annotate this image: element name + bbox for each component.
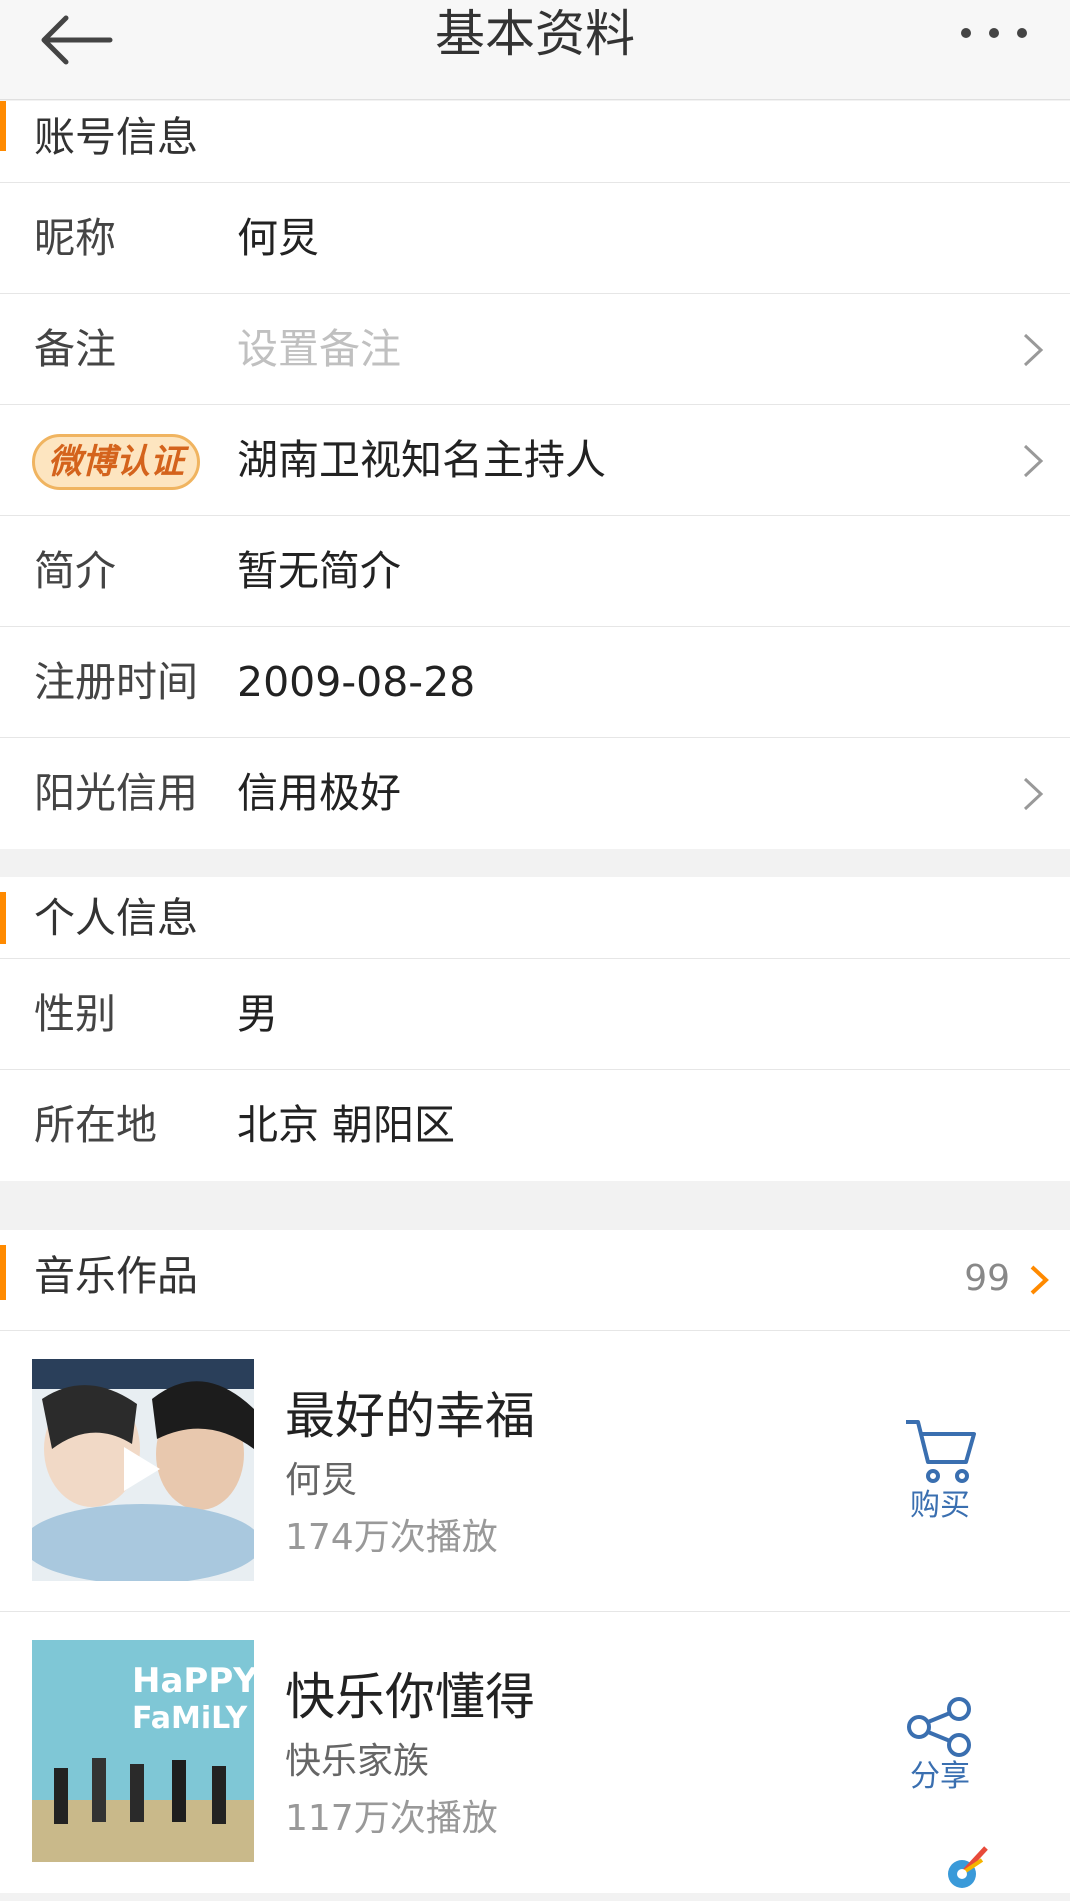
bio-row: 简介 暂无简介 xyxy=(0,516,1070,627)
credit-row[interactable]: 阳光信用 信用极好 xyxy=(0,738,1070,849)
music-section: 音乐作品 99 最好的幸福 何炅 174万次播放 购买 HaPPY FaMiLY… xyxy=(0,1230,1070,1893)
nickname-value: 何炅 xyxy=(237,214,319,262)
buy-button[interactable]: 购买 xyxy=(890,1416,990,1526)
more-options-icon[interactable] xyxy=(954,18,1034,48)
album-cover[interactable] xyxy=(32,1359,254,1581)
share-icon xyxy=(907,1697,971,1757)
remark-label: 备注 xyxy=(34,325,116,373)
cover-title-line1: HaPPY xyxy=(132,1661,254,1701)
buy-label: 购买 xyxy=(910,1488,970,1523)
section-title: 账号信息 xyxy=(34,113,198,161)
remark-row[interactable]: 备注 设置备注 xyxy=(0,294,1070,405)
song-plays: 117万次播放 xyxy=(285,1798,498,1839)
personal-info-section: 个人信息 性别 男 所在地 北京 朝阳区 xyxy=(0,877,1070,1181)
account-info-header: 账号信息 xyxy=(0,101,1070,183)
section-title: 音乐作品 xyxy=(34,1252,198,1300)
bio-label: 简介 xyxy=(34,547,116,595)
location-row: 所在地 北京 朝阳区 xyxy=(0,1070,1070,1181)
nickname-row: 昵称 何炅 xyxy=(0,183,1070,294)
bio-value: 暂无简介 xyxy=(237,547,401,595)
gender-label: 性别 xyxy=(34,990,116,1038)
chevron-right-icon xyxy=(1023,333,1044,367)
chevron-right-icon xyxy=(1023,777,1044,811)
location-label: 所在地 xyxy=(34,1101,157,1149)
song-item[interactable]: 最好的幸福 何炅 174万次播放 购买 xyxy=(0,1331,1070,1612)
verification-row[interactable]: 微博认证 湖南卫视知名主持人 xyxy=(0,405,1070,516)
cart-icon xyxy=(906,1420,976,1483)
song-artist: 何炅 xyxy=(285,1460,358,1501)
credit-value: 信用极好 xyxy=(237,769,401,817)
location-value: 北京 朝阳区 xyxy=(237,1101,456,1149)
music-header[interactable]: 音乐作品 99 xyxy=(0,1230,1070,1331)
registration-label: 注册时间 xyxy=(34,658,198,706)
account-info-section: 账号信息 昵称 何炅 备注 设置备注 微博认证 湖南卫视知名主持人 简介 暂无简… xyxy=(0,101,1070,849)
album-cover[interactable]: HaPPY FaMiLY xyxy=(32,1640,254,1862)
section-accent xyxy=(0,101,6,151)
remark-placeholder[interactable]: 设置备注 xyxy=(237,294,401,405)
section-accent xyxy=(0,1245,6,1300)
registration-value: 2009-08-28 xyxy=(237,658,476,706)
share-button[interactable]: 分享 xyxy=(890,1697,990,1797)
song-item[interactable]: HaPPY FaMiLY 快乐你懂得 快乐家族 117万次播放 分享 xyxy=(0,1612,1070,1893)
music-count: 99 xyxy=(964,1258,1010,1299)
chevron-right-icon xyxy=(1023,444,1044,478)
chevron-right-icon xyxy=(1030,1265,1049,1295)
verification-value: 湖南卫视知名主持人 xyxy=(237,436,606,484)
gender-value: 男 xyxy=(237,990,278,1038)
section-accent xyxy=(0,892,6,944)
nickname-label: 昵称 xyxy=(34,214,116,262)
song-artist: 快乐家族 xyxy=(285,1741,430,1782)
weibo-verified-badge: 微博认证 xyxy=(32,434,200,490)
section-title: 个人信息 xyxy=(34,894,198,942)
watermark-logo-icon xyxy=(948,1846,988,1888)
share-label: 分享 xyxy=(910,1759,970,1794)
song-plays: 174万次播放 xyxy=(285,1517,498,1558)
credit-label: 阳光信用 xyxy=(34,769,198,817)
gender-row: 性别 男 xyxy=(0,959,1070,1070)
song-title: 最好的幸福 xyxy=(285,1387,535,1445)
song-title: 快乐你懂得 xyxy=(285,1668,535,1726)
personal-info-header: 个人信息 xyxy=(0,877,1070,959)
top-bar: 基本资料 xyxy=(0,0,1070,100)
registration-row: 注册时间 2009-08-28 xyxy=(0,627,1070,738)
cover-title-line2: FaMiLY xyxy=(132,1701,249,1736)
page-title: 基本资料 xyxy=(435,5,635,63)
